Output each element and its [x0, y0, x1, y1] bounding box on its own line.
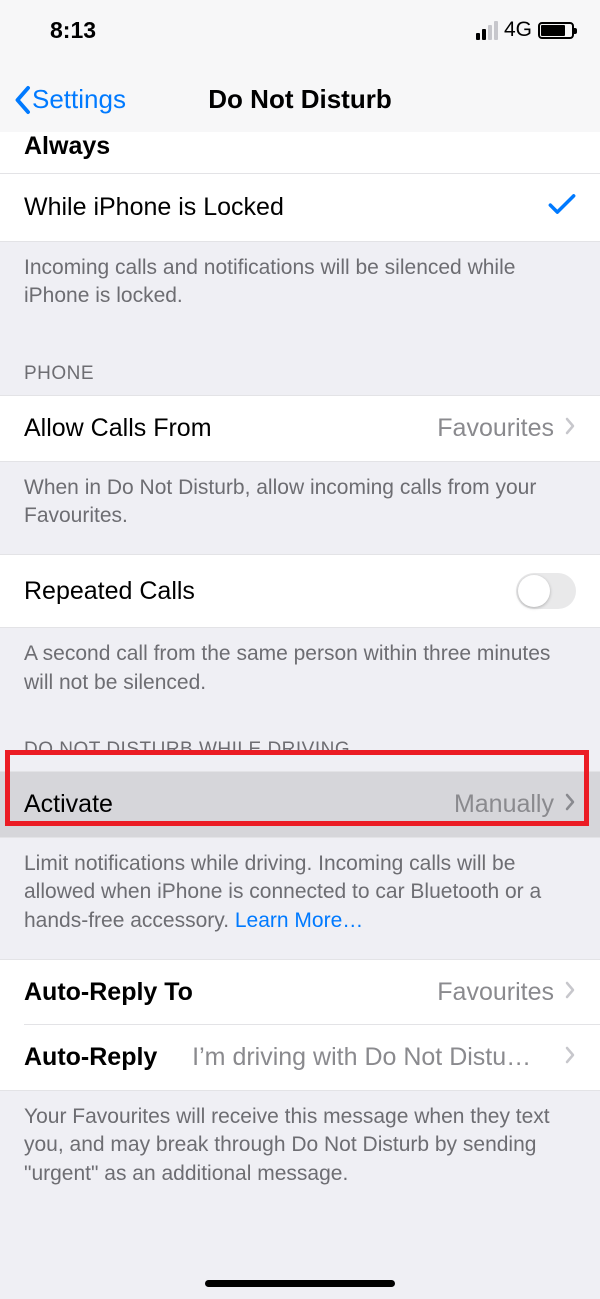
- allow-calls-label: Allow Calls From: [24, 414, 212, 443]
- status-right: 4G: [476, 18, 574, 42]
- auto-reply-value: I’m driving with Do Not Distu…: [192, 1043, 531, 1072]
- learn-more-link[interactable]: Learn More…: [235, 909, 363, 932]
- activate-row[interactable]: Activate Manually: [0, 771, 600, 838]
- auto-reply-to-value: Favourites: [437, 978, 554, 1007]
- silence-always-label: Always: [24, 132, 110, 160]
- auto-reply-label: Auto-Reply: [24, 1043, 157, 1072]
- status-time: 8:13: [50, 17, 96, 44]
- auto-reply-to-row[interactable]: Auto-Reply To Favourites: [0, 959, 600, 1025]
- silence-option-always[interactable]: Always: [0, 132, 600, 174]
- nav-bar: Settings Do Not Disturb: [0, 60, 600, 140]
- auto-reply-to-label: Auto-Reply To: [24, 978, 193, 1007]
- checkmark-icon: [548, 192, 576, 223]
- battery-icon: [538, 22, 574, 39]
- auto-reply-footer: Your Favourites will receive this messag…: [0, 1091, 600, 1212]
- home-indicator: [205, 1280, 395, 1287]
- back-button[interactable]: Settings: [12, 84, 126, 115]
- silence-footer: Incoming calls and notifications will be…: [0, 242, 600, 335]
- network-label: 4G: [504, 18, 532, 42]
- signal-icon: [476, 21, 498, 40]
- allow-calls-footer: When in Do Not Disturb, allow incoming c…: [0, 462, 600, 555]
- silence-while-locked-label: While iPhone is Locked: [24, 193, 284, 222]
- chevron-right-icon: [564, 790, 576, 819]
- allow-calls-from-row[interactable]: Allow Calls From Favourites: [0, 395, 600, 462]
- repeated-calls-label: Repeated Calls: [24, 577, 195, 606]
- activate-value: Manually: [454, 790, 554, 819]
- phone-header: PHONE: [0, 335, 600, 395]
- auto-reply-row[interactable]: Auto-Reply I’m driving with Do Not Distu…: [0, 1025, 600, 1091]
- repeated-calls-row[interactable]: Repeated Calls: [0, 554, 600, 628]
- chevron-right-icon: [564, 414, 576, 443]
- chevron-right-icon: [564, 1043, 576, 1072]
- chevron-right-icon: [564, 978, 576, 1007]
- back-label: Settings: [32, 84, 126, 115]
- chevron-left-icon: [12, 85, 32, 115]
- repeated-calls-toggle[interactable]: [516, 573, 576, 609]
- status-bar: 8:13 4G: [0, 0, 600, 60]
- activate-label: Activate: [24, 790, 113, 819]
- allow-calls-value: Favourites: [437, 414, 554, 443]
- silence-option-while-locked[interactable]: While iPhone is Locked: [0, 174, 600, 242]
- content: Always While iPhone is Locked Incoming c…: [0, 132, 600, 1212]
- repeated-calls-footer: A second call from the same person withi…: [0, 628, 600, 721]
- driving-footer: Limit notifications while driving. Incom…: [0, 838, 600, 959]
- driving-header: DO NOT DISTURB WHILE DRIVING: [0, 721, 600, 771]
